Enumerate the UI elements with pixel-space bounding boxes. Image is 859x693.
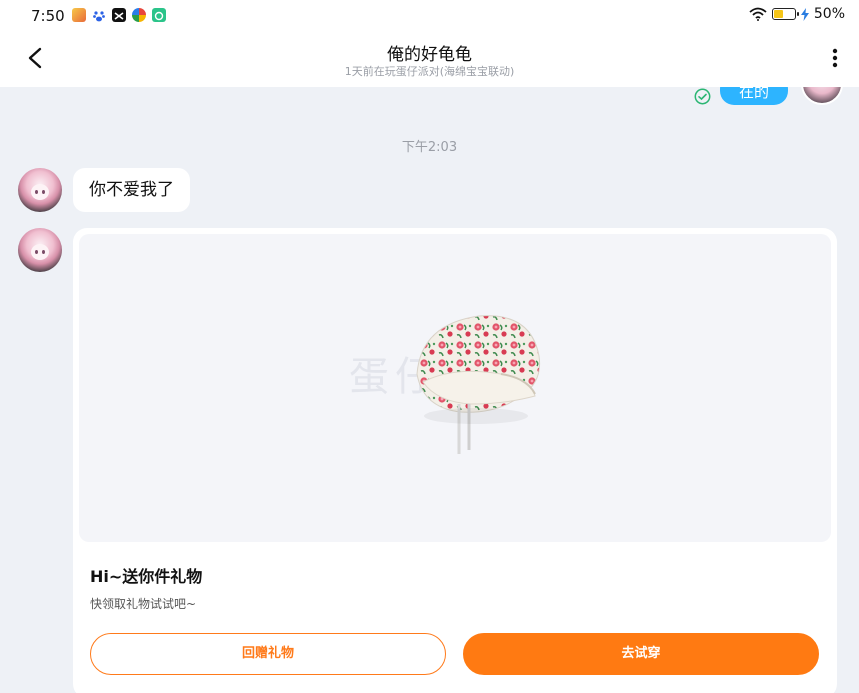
chat-app-icon [152,8,166,22]
baidu-paw-icon [92,8,106,22]
try-on-button[interactable]: 去试穿 [463,633,819,675]
gift-title: Hi~送你件礼物 [90,567,203,586]
read-check-icon [694,88,711,105]
return-gift-button[interactable]: 回赠礼物 [90,633,446,675]
chat-title: 俺的好龟龟 [387,45,472,65]
pinwheel-app-icon [132,8,146,22]
friend-avatar[interactable] [18,228,62,272]
chat-area[interactable]: 在的 下午2:03 你不爱我了 蛋仔派对 [0,87,859,693]
gift-card[interactable]: 蛋仔派对 [73,228,837,693]
game-app-icon [72,8,86,22]
my-avatar[interactable] [801,87,843,105]
message-timestamp: 下午2:03 [401,140,458,155]
charging-icon [800,7,809,21]
gift-preview-image[interactable]: 蛋仔派对 [79,234,831,542]
sent-message-bubble[interactable]: 在的 [720,87,788,105]
wifi-icon [749,7,767,21]
status-bar: 7:50 50% [0,0,859,32]
gift-description: 快领取礼物试试吧~ [90,597,197,611]
gift-hat-image [416,315,541,454]
chat-header: 俺的好龟龟 1天前在玩蛋仔派对(海绵宝宝联动) [0,32,859,87]
status-indicators: 50% [749,6,845,22]
more-button[interactable] [825,44,845,72]
battery-icon [771,8,799,20]
more-vertical-icon[interactable] [825,44,845,72]
received-message-bubble[interactable]: 你不爱我了 [73,168,190,212]
capcut-icon [112,8,126,22]
chat-subtitle: 1天前在玩蛋仔派对(海绵宝宝联动) [344,65,515,78]
status-time: 7:50 [31,7,65,25]
battery-percent: 50% [813,6,845,22]
friend-avatar[interactable] [18,168,62,212]
notification-icons [72,8,166,22]
